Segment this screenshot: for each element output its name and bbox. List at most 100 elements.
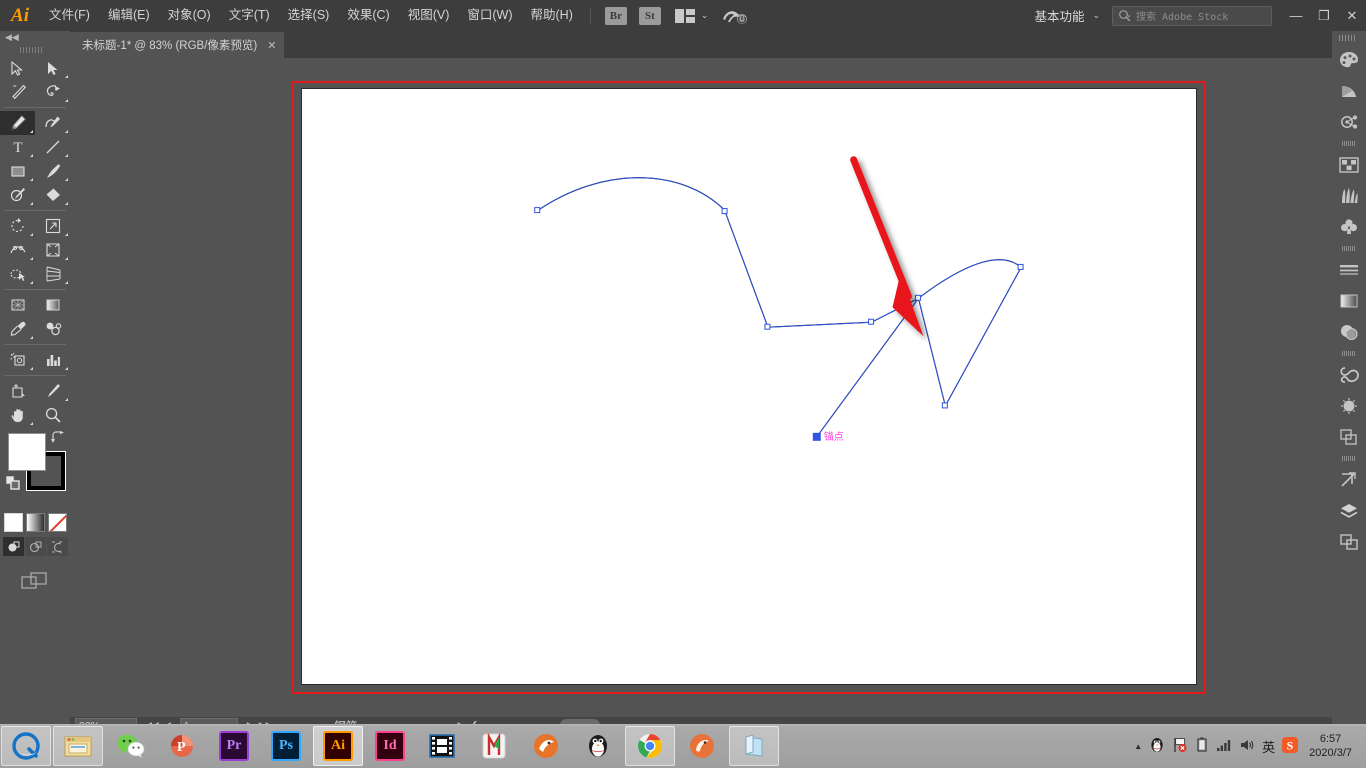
layers-panel-icon[interactable] (1332, 495, 1366, 526)
minimize-button[interactable]: — (1282, 0, 1310, 31)
artboards-panel-icon[interactable] (1332, 526, 1366, 557)
pen-tool[interactable] (0, 111, 35, 135)
color-guide-panel-icon[interactable] (1332, 75, 1366, 106)
perspective-grid-tool[interactable] (35, 262, 70, 286)
dock-grip[interactable] (1332, 31, 1366, 44)
artboard[interactable]: 锚点 (301, 88, 1197, 685)
document-tab[interactable]: 未标题-1* @ 83% (RGB/像素预览) ✕ (70, 32, 286, 58)
restore-button[interactable]: ❐ (1310, 0, 1338, 31)
close-tab-icon[interactable]: ✕ (267, 39, 276, 52)
symbols-panel-icon[interactable] (1332, 211, 1366, 242)
taskbar-wps[interactable] (469, 726, 519, 766)
tray-flag-error-icon[interactable] (1172, 737, 1188, 756)
tray-volume-icon[interactable] (1239, 738, 1255, 755)
tools-collapse-button[interactable]: ◀◀ (0, 31, 70, 44)
taskbar-wechat[interactable] (105, 726, 155, 766)
artboard-tool[interactable] (0, 379, 35, 403)
eraser-tool[interactable] (35, 183, 70, 207)
menu-object[interactable]: 对象(O) (159, 0, 220, 31)
transparency-panel-icon[interactable] (1332, 316, 1366, 347)
scale-tool[interactable] (35, 214, 70, 238)
default-fill-stroke-icon[interactable] (5, 475, 20, 490)
gradient-panel-icon[interactable] (1332, 285, 1366, 316)
menu-file[interactable]: 文件(F) (40, 0, 99, 31)
taskbar-file-explorer[interactable] (53, 726, 103, 766)
rectangle-tool[interactable] (0, 159, 35, 183)
menu-view[interactable]: 视图(V) (399, 0, 459, 31)
taskbar-powerpoint[interactable]: P (157, 726, 207, 766)
arrange-chevron-down-icon[interactable]: ⌄ (701, 10, 709, 21)
change-screen-mode-button[interactable] (0, 570, 70, 592)
taskbar-notepad[interactable] (729, 726, 779, 766)
direct-selection-tool[interactable] (35, 56, 70, 80)
free-transform-tool[interactable] (35, 238, 70, 262)
taskbar-firefox[interactable] (677, 726, 727, 766)
menu-help[interactable]: 帮助(H) (522, 0, 582, 31)
brushes-panel-icon[interactable] (1332, 180, 1366, 211)
curvature-tool[interactable] (35, 111, 70, 135)
search-adobe-stock[interactable]: 搜索 Adobe Stock (1112, 5, 1272, 26)
menu-effect[interactable]: 效果(C) (338, 0, 398, 31)
line-segment-tool[interactable] (35, 135, 70, 159)
tools-panel-grip[interactable] (0, 44, 70, 56)
document-canvas-area[interactable]: 锚点 (70, 58, 1316, 710)
selection-tool[interactable] (0, 56, 35, 80)
draw-behind-mode-button[interactable] (24, 537, 46, 556)
libraries-panel-icon[interactable] (1332, 359, 1366, 390)
swatches-panel-icon[interactable] (1332, 149, 1366, 180)
close-button[interactable]: ✕ (1338, 0, 1366, 31)
taskbar-qq[interactable] (573, 726, 623, 766)
active-anchor-point[interactable] (812, 432, 821, 441)
color-themes-panel-icon[interactable] (1332, 106, 1366, 137)
arrange-documents-icon[interactable] (674, 8, 695, 23)
bridge-button[interactable]: Br (604, 6, 627, 25)
appearance-panel-icon[interactable] (1332, 390, 1366, 421)
color-mode-button[interactable] (3, 513, 23, 532)
slice-tool[interactable] (35, 379, 70, 403)
stroke-panel-icon[interactable] (1332, 254, 1366, 285)
color-panel-icon[interactable] (1332, 44, 1366, 75)
taskbar-clock[interactable]: 6:57 2020/3/7 (1305, 732, 1360, 760)
menu-select[interactable]: 选择(S) (279, 0, 339, 31)
taskbar-qihoo-browser[interactable] (1, 726, 51, 766)
align-panel-icon[interactable] (1332, 464, 1366, 495)
swap-fill-stroke-icon[interactable] (51, 431, 65, 447)
hand-tool[interactable] (0, 403, 35, 427)
paintbrush-tool[interactable] (35, 159, 70, 183)
taskbar-indesign[interactable]: Id (365, 726, 415, 766)
taskbar-premiere[interactable]: Pr (209, 726, 259, 766)
workspace-chevron-down-icon[interactable]: ⌄ (1092, 10, 1100, 21)
blend-tool[interactable] (35, 317, 70, 341)
creative-cloud-icon[interactable] (722, 7, 748, 25)
taskbar-illustrator[interactable]: Ai (313, 726, 363, 766)
none-mode-button[interactable] (47, 513, 67, 532)
tray-battery-icon[interactable] (1195, 736, 1209, 756)
tray-qq-icon[interactable] (1149, 736, 1165, 757)
taskbar-rabbit[interactable] (521, 726, 571, 766)
menu-type[interactable]: 文字(T) (220, 0, 279, 31)
tray-sogou-icon[interactable]: S (1282, 736, 1299, 756)
pathfinder-panel-icon[interactable] (1332, 421, 1366, 452)
symbol-sprayer-tool[interactable] (0, 348, 35, 372)
gradient-mode-button[interactable] (25, 513, 45, 532)
taskbar-media-encoder[interactable] (417, 726, 467, 766)
draw-normal-mode-button[interactable] (2, 537, 24, 556)
menu-window[interactable]: 窗口(W) (458, 0, 521, 31)
lasso-tool[interactable] (35, 80, 70, 104)
menu-edit[interactable]: 编辑(E) (99, 0, 159, 31)
gradient-tool[interactable] (35, 293, 70, 317)
tray-overflow-icon[interactable]: ▲ (1134, 742, 1142, 751)
fill-color-swatch[interactable] (8, 433, 46, 471)
magic-wand-tool[interactable] (0, 80, 35, 104)
stock-button[interactable]: St (638, 6, 661, 25)
mesh-tool[interactable] (0, 293, 35, 317)
tray-ime-icon[interactable]: 英 (1262, 737, 1275, 756)
shaper-tool[interactable] (0, 183, 35, 207)
rotate-tool[interactable] (0, 214, 35, 238)
draw-inside-mode-button[interactable] (46, 537, 68, 556)
taskbar-photoshop[interactable]: Ps (261, 726, 311, 766)
width-tool[interactable] (0, 238, 35, 262)
type-tool[interactable]: T (0, 135, 35, 159)
column-graph-tool[interactable] (35, 348, 70, 372)
taskbar-chrome[interactable] (625, 726, 675, 766)
